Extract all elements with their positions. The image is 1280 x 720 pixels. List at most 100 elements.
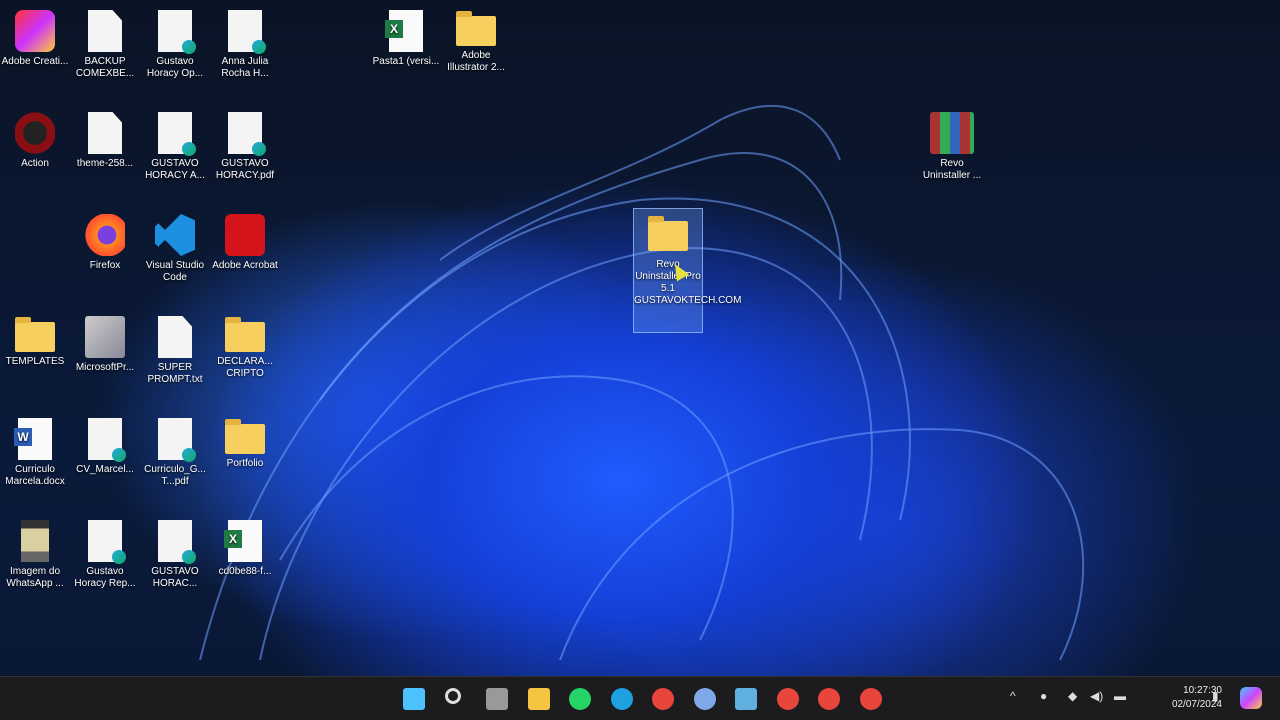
desktop-icon-pdf[interactable]: GUSTAVO HORACY A... [140,106,210,182]
icon-label: Action [21,158,49,169]
icon-label: Curriculo Marcela.docx [5,464,65,487]
desktop-icon-doc[interactable]: SUPER PROMPT.txt [140,310,210,386]
taskbar-search-button[interactable] [442,685,470,713]
taskbar-app-blue-button[interactable] [691,685,719,713]
pdf-icon [228,112,266,156]
battery-icon[interactable]: ▬ [1114,689,1126,703]
folder-icon [456,11,496,46]
desktop-icon-action[interactable]: Action [0,106,70,170]
desktop-icon-word[interactable]: Curriculo Marcela.docx [0,412,70,488]
chrome-icon [652,688,674,710]
icon-label: Pasta1 (versi... [372,56,440,67]
chrome-profile-2-icon [818,688,840,710]
taskbar-file-explorer-button[interactable] [525,685,553,713]
microphone-icon[interactable]: ● [1040,689,1047,703]
show-hidden-icons-chevron-icon[interactable]: ^ [1010,689,1016,703]
word-icon [14,418,52,460]
pdf-icon [158,10,196,54]
desktop-icon-excel[interactable]: cd0be88-f... [210,514,280,578]
cc-icon [15,10,55,52]
icon-label: TEMPLATES [5,356,65,367]
icon-label: SUPER PROMPT.txt [147,362,203,385]
desktop-icon-folder[interactable]: Adobe Illustrator 2... [441,4,511,74]
volume-icon[interactable]: ◀) [1090,689,1103,703]
excel-icon [224,520,262,562]
desktop-icon-excel[interactable]: Pasta1 (versi... [371,4,441,68]
search-icon [444,688,461,704]
desktop-icon-folder[interactable]: Portfolio [210,412,280,470]
desktop-icon-pdf[interactable]: GUSTAVO HORAC... [140,514,210,590]
folder-icon [15,317,55,352]
icon-label: GUSTAVO HORAC... [151,566,199,589]
pdf-icon [158,418,196,462]
desktop-icon-selected-folder[interactable]: Revo Uninstaller Pro 5.1 GUSTAVOKTECH.CO… [633,208,742,333]
chrome-profile-1-icon [776,688,799,710]
icon-label: BACKUP COMEXBE... [75,56,135,79]
notification-icon[interactable]: ▮ [1212,689,1219,703]
icon-label: Visual Studio Code [145,260,205,283]
icon-label: Gustavo Horacy Rep... [74,566,136,589]
taskbar-chrome-profile-1-button[interactable] [774,685,802,713]
icon-label: Revo Uninstaller Pro 5.1 GUSTAVOKTECH.CO… [634,259,742,306]
desktop-icon-pdf[interactable]: CV_Marcel... [70,412,140,476]
notepad-icon [735,688,757,710]
desktop-icon-doc[interactable]: BACKUP COMEXBE... [70,4,140,80]
desktop-icon-folder[interactable]: TEMPLATES [0,310,70,368]
taskbar-chrome-profile-2-button[interactable] [815,685,843,713]
folder-icon [225,317,265,352]
icon-label: Anna Julia Rocha H... [221,56,269,79]
pdf-icon [88,520,126,564]
vscode-icon [155,214,195,256]
image-icon [21,520,49,562]
desktop-icon-pdf[interactable]: Gustavo Horacy Op... [140,4,210,80]
rar-icon [930,112,974,154]
firefox-icon [85,214,125,256]
icon-label: cd0be88-f... [218,566,272,577]
desktop-icon-image[interactable]: Imagem do WhatsApp ... [0,514,70,590]
icon-label: Gustavo Horacy Op... [146,56,204,79]
desktop-icon-pdf[interactable]: Gustavo Horacy Rep... [70,514,140,590]
doc-icon [88,112,122,154]
folder-icon [225,419,265,454]
taskbar-whatsapp-button[interactable] [566,685,594,713]
icon-label: Portfolio [226,458,264,469]
desktop-icon-installer[interactable]: MicrosoftPr... [70,310,140,374]
desktop-icon-pdf[interactable]: Anna Julia Rocha H... [210,4,280,80]
file-explorer-icon [527,688,550,710]
desktop-icon-cc[interactable]: Adobe Creati... [0,4,70,68]
pdf-icon [88,418,126,462]
app-blue-icon [693,688,716,710]
taskbar-notepad-button[interactable] [732,685,760,713]
start-icon [403,688,425,710]
action-icon [15,112,55,154]
desktop-icon-pdf[interactable]: GUSTAVO HORACY.pdf [210,106,280,182]
desktop-icon-rar[interactable]: Revo Uninstaller ... [917,106,987,182]
copilot-icon[interactable] [1240,687,1262,709]
desktop-icon-doc[interactable]: theme-258... [70,106,140,170]
whatsapp-icon [569,688,591,710]
desktop-icon-folder[interactable]: DECLARA... CRIPTO [210,310,280,380]
taskbar-chrome-profile-3-button[interactable] [857,685,885,713]
wifi-icon[interactable]: ◆ [1068,689,1077,703]
installer-icon [85,316,125,358]
pdf-icon [158,520,196,564]
pdf-icon [228,10,266,54]
icon-label: GUSTAVO HORACY.pdf [215,158,275,181]
icon-label: Adobe Acrobat [212,260,278,271]
icon-label: MicrosoftPr... [75,362,135,373]
task-view-icon [486,688,508,710]
taskbar-task-view-button[interactable] [483,685,511,713]
icon-label: Imagem do WhatsApp ... [6,566,64,589]
desktop-icon-vscode[interactable]: Visual Studio Code [140,208,210,284]
icon-label: Curriculo_G... T...pdf [144,464,206,487]
taskbar-edge-button[interactable] [608,685,636,713]
pdf-icon [158,112,196,156]
desktop-icon-pdf[interactable]: Curriculo_G... T...pdf [140,412,210,488]
folder-icon [648,216,688,251]
icon-label: Adobe Illustrator 2... [447,50,505,73]
desktop-icon-acrobat[interactable]: Adobe Acrobat [210,208,280,272]
desktop-icon-firefox[interactable]: Firefox [70,208,140,272]
doc-icon [88,10,122,52]
taskbar-chrome-button[interactable] [649,685,677,713]
taskbar-start-button[interactable] [400,685,428,713]
